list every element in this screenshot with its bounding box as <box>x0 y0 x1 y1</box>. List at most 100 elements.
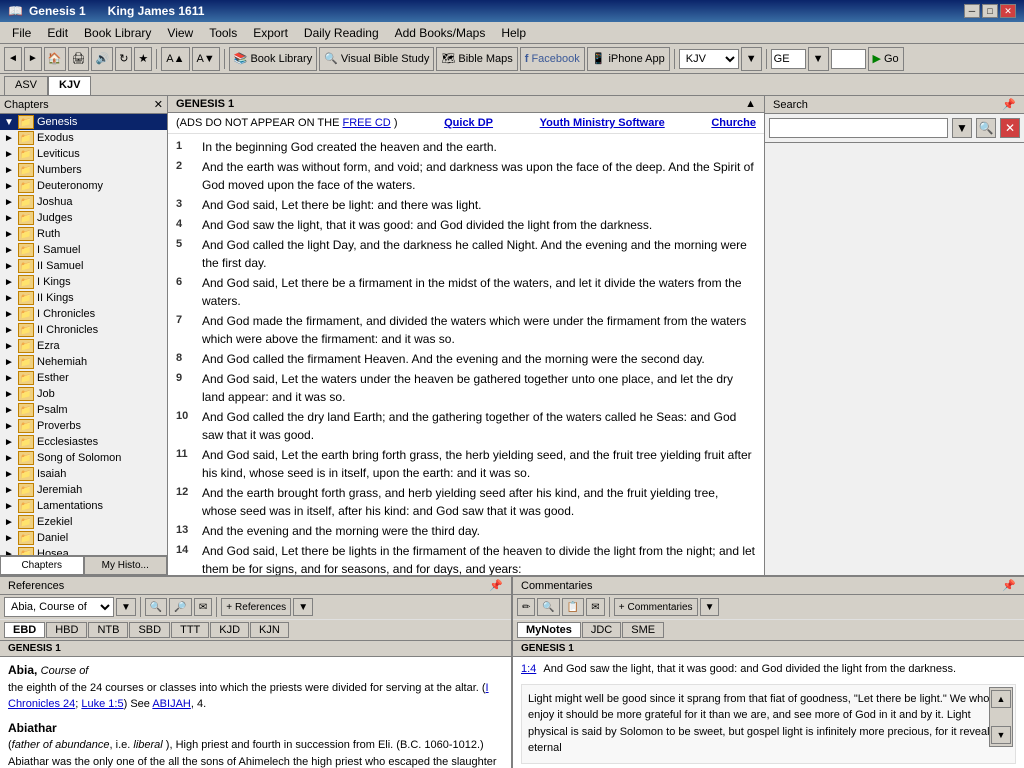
menu-daily-reading[interactable]: Daily Reading <box>296 24 387 42</box>
churches-link[interactable]: Churche <box>711 117 756 129</box>
references-dropdown[interactable]: Abia, Course of <box>4 597 114 617</box>
iphone-app-button[interactable]: 📱 iPhone App <box>587 47 670 71</box>
book-item-i-samuel[interactable]: ► 📁 I Samuel <box>0 242 167 258</box>
tab-asv[interactable]: ASV <box>4 76 48 95</box>
go-button[interactable]: ▶ Go <box>868 47 904 71</box>
minimize-button[interactable]: ─ <box>964 4 980 18</box>
font-increase-button[interactable]: A▲ <box>161 47 189 71</box>
comm-tab-jdc[interactable]: JDC <box>582 622 621 638</box>
bookmark-button[interactable]: ★ <box>134 47 152 71</box>
book-item-proverbs[interactable]: ► 📁 Proverbs <box>0 418 167 434</box>
menu-export[interactable]: Export <box>245 24 296 42</box>
book-item-i-chronicles[interactable]: ► 📁 I Chronicles <box>0 306 167 322</box>
print-button[interactable]: 🖨 <box>68 47 90 71</box>
menu-file[interactable]: File <box>4 24 39 42</box>
ref-tab-hbd[interactable]: HBD <box>46 622 87 638</box>
book-item-ruth[interactable]: ► 📁 Ruth <box>0 226 167 242</box>
menu-add-books[interactable]: Add Books/Maps <box>387 24 494 42</box>
commentary-verse-link[interactable]: 1:4 <box>521 663 536 675</box>
refresh-button[interactable]: ↻ <box>115 47 132 71</box>
ge-dropdown-button[interactable]: ▼ <box>808 47 829 71</box>
book-item-judges[interactable]: ► 📁 Judges <box>0 210 167 226</box>
ref-search2-btn[interactable]: 🔎 <box>169 598 191 616</box>
youth-ministry-link[interactable]: Youth Ministry Software <box>540 117 665 129</box>
audio-button[interactable]: 🔊 <box>91 47 113 71</box>
book-item-i-kings[interactable]: ► 📁 I Kings <box>0 274 167 290</box>
book-input[interactable] <box>771 49 806 69</box>
free-cd-link[interactable]: FREE CD <box>342 117 390 129</box>
tab-kjv[interactable]: KJV <box>48 76 91 95</box>
book-item-ecclesiastes[interactable]: ► 📁 Ecclesiastes <box>0 434 167 450</box>
font-decrease-button[interactable]: A▼ <box>192 47 220 71</box>
book-item-nehemiah[interactable]: ► 📁 Nehemiah <box>0 354 167 370</box>
book-item-exodus[interactable]: ► 📁 Exodus <box>0 130 167 146</box>
book-item-hosea[interactable]: ► 📁 Hosea <box>0 546 167 555</box>
comm-tab-mynotes[interactable]: MyNotes <box>517 622 581 638</box>
book-item-leviticus[interactable]: ► 📁 Leviticus <box>0 146 167 162</box>
ref-email-btn[interactable]: ✉ <box>194 598 212 616</box>
comm-tool-btn2[interactable]: 🔍 <box>537 598 559 616</box>
home-button[interactable]: 🏠 <box>44 47 66 71</box>
book-item-numbers[interactable]: ► 📁 Numbers <box>0 162 167 178</box>
quick-dp-link[interactable]: Quick DP <box>444 117 493 129</box>
search-input[interactable] <box>769 118 948 138</box>
ref-link-abijah[interactable]: ABIJAH <box>152 698 191 710</box>
comm-tool-btn3[interactable]: 📋 <box>562 598 584 616</box>
ref-link-luke[interactable]: Luke 1:5 <box>81 698 123 710</box>
back-button[interactable]: ◄ <box>4 47 22 71</box>
book-item-deuteronomy[interactable]: ► 📁 Deuteronomy <box>0 178 167 194</box>
book-item-jeremiah[interactable]: ► 📁 Jeremiah <box>0 482 167 498</box>
book-library-button[interactable]: 📚 Book Library <box>229 47 317 71</box>
ref-tab-ebd[interactable]: EBD <box>4 622 45 638</box>
ref-tab-kjn[interactable]: KJN <box>250 622 289 638</box>
book-item-genesis[interactable]: ▼ 📁 Genesis <box>0 114 167 130</box>
book-item-song-of-solomon[interactable]: ► 📁 Song of Solomon <box>0 450 167 466</box>
forward-button[interactable]: ► <box>24 47 42 71</box>
commentaries-pin-icon[interactable]: 📌 <box>1002 579 1016 592</box>
add-references-btn[interactable]: + References <box>221 598 291 616</box>
sidebar-close-icon[interactable]: ✕ <box>154 98 163 111</box>
comm-scroll-btn[interactable]: ▼ <box>700 598 720 616</box>
ref-tab-ntb[interactable]: NTB <box>88 622 128 638</box>
comm-tool-btn1[interactable]: ✏ <box>517 598 535 616</box>
maximize-button[interactable]: □ <box>982 4 998 18</box>
sidebar-tab-history[interactable]: My Histo... <box>84 556 168 575</box>
menu-help[interactable]: Help <box>493 24 534 42</box>
search-execute-btn[interactable]: 🔍 <box>976 118 996 138</box>
book-item-job[interactable]: ► 📁 Job <box>0 386 167 402</box>
add-commentaries-btn[interactable]: + Commentaries <box>614 598 698 616</box>
ref-search-btn[interactable]: 🔍 <box>145 598 167 616</box>
search-pin-icon[interactable]: 📌 <box>1002 98 1016 111</box>
facebook-button[interactable]: f Facebook <box>520 47 585 71</box>
ref-dropdown-btn[interactable]: ▼ <box>116 598 136 616</box>
menu-book-library[interactable]: Book Library <box>76 24 159 42</box>
book-item-ii-kings[interactable]: ► 📁 II Kings <box>0 290 167 306</box>
comm-tool-btn4[interactable]: ✉ <box>586 598 604 616</box>
comm-tab-sme[interactable]: SME <box>622 622 664 638</box>
sidebar-tab-chapters[interactable]: Chapters <box>0 556 84 575</box>
references-pin-icon[interactable]: 📌 <box>489 579 503 592</box>
close-button[interactable]: ✕ <box>1000 4 1016 18</box>
ref-scroll-btn[interactable]: ▼ <box>293 598 313 616</box>
scroll-up-btn[interactable]: ▲ <box>745 98 756 110</box>
commentary-scroll-down[interactable]: ▼ <box>991 726 1011 744</box>
bible-maps-button[interactable]: 🗺 Bible Maps <box>436 47 517 71</box>
book-item-daniel[interactable]: ► 📁 Daniel <box>0 530 167 546</box>
book-item-ezekiel[interactable]: ► 📁 Ezekiel <box>0 514 167 530</box>
menu-tools[interactable]: Tools <box>201 24 245 42</box>
menu-view[interactable]: View <box>159 24 201 42</box>
book-item-psalm[interactable]: ► 📁 Psalm <box>0 402 167 418</box>
chapter-input[interactable] <box>831 49 866 69</box>
ref-tab-kjd[interactable]: KJD <box>210 622 249 638</box>
book-item-joshua[interactable]: ► 📁 Joshua <box>0 194 167 210</box>
kjv-selector[interactable]: KJV ASV NIV <box>679 49 739 69</box>
visual-bible-study-button[interactable]: 🔍 Visual Bible Study <box>319 47 434 71</box>
menu-edit[interactable]: Edit <box>39 24 76 42</box>
book-item-lamentations[interactable]: ► 📁 Lamentations <box>0 498 167 514</box>
kjv-dropdown-button[interactable]: ▼ <box>741 47 762 71</box>
commentary-scroll-up[interactable]: ▲ <box>991 690 1011 708</box>
search-dropdown-btn[interactable]: ▼ <box>952 118 972 138</box>
search-clear-btn[interactable]: ✕ <box>1000 118 1020 138</box>
book-item-ii-samuel[interactable]: ► 📁 II Samuel <box>0 258 167 274</box>
book-item-ezra[interactable]: ► 📁 Ezra <box>0 338 167 354</box>
